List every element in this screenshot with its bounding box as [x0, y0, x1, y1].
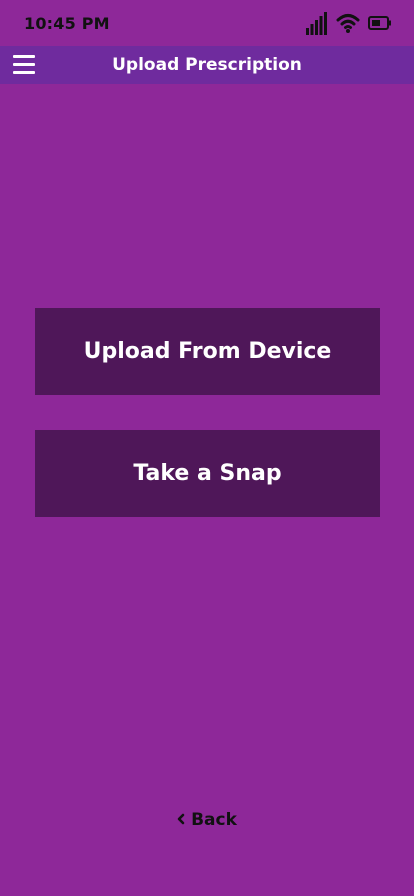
hamburger-menu-icon[interactable] — [13, 54, 35, 76]
take-a-snap-button[interactable]: Take a Snap — [35, 430, 380, 517]
battery-icon — [368, 15, 392, 35]
take-a-snap-label: Take a Snap — [133, 461, 282, 486]
page-title: Upload Prescription — [112, 55, 302, 75]
status-bar: 10:45 PM — [0, 0, 414, 46]
header-bar: Upload Prescription — [0, 46, 414, 84]
chevron-left-icon — [177, 810, 185, 830]
signal-icon — [306, 11, 328, 39]
status-icons — [306, 12, 392, 38]
status-time: 10:45 PM — [24, 14, 110, 33]
back-label: Back — [191, 810, 237, 830]
upload-from-device-button[interactable]: Upload From Device — [35, 308, 380, 395]
upload-from-device-label: Upload From Device — [83, 339, 332, 364]
wifi-icon — [336, 12, 360, 38]
back-button[interactable]: Back — [0, 808, 414, 832]
